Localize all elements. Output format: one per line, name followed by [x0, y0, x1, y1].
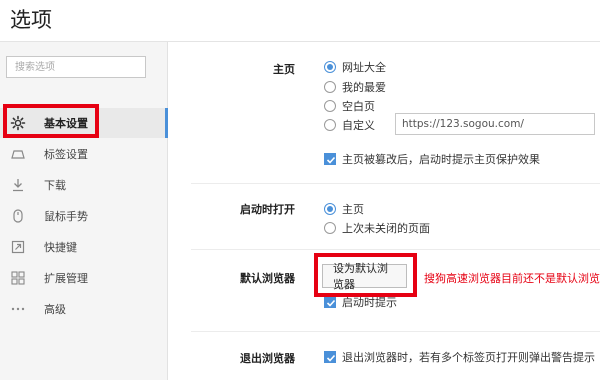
radio-icon: [324, 222, 336, 234]
section-label-startup: 启动时打开: [240, 203, 295, 216]
radio-startup-last-session[interactable]: 上次未关闭的页面: [324, 220, 430, 236]
sidebar-item-extensions[interactable]: 扩展管理: [0, 263, 168, 293]
highlight-box-default-button: [314, 253, 417, 297]
checkbox-label: 退出浏览器时，若有多个标签页打开则弹出警告提示: [342, 351, 595, 364]
sidebar-item-label: 快捷键: [44, 241, 77, 254]
active-indicator: [165, 108, 168, 138]
section-label-exit: 退出浏览器: [240, 352, 295, 365]
more-icon: [10, 301, 26, 317]
radio-checked-icon: [324, 203, 336, 215]
tab-icon: [10, 146, 26, 162]
section-label-homepage: 主页: [273, 63, 295, 76]
sidebar: 基本设置 标签设置 下载 鼠标手势 快捷键 扩展管理: [0, 42, 168, 380]
checkbox-checked-icon: [324, 296, 336, 308]
highlight-box-sidebar: [3, 104, 99, 138]
radio-startup-home[interactable]: 主页: [324, 201, 364, 217]
section-divider: [191, 183, 600, 184]
radio-icon: [324, 100, 336, 112]
radio-homepage-custom[interactable]: 自定义: [324, 117, 375, 133]
checkbox-label: 主页被篡改后，启动时提示主页保护效果: [342, 153, 540, 166]
section-label-default-browser: 默认浏览器: [240, 272, 295, 285]
sidebar-item-shortcuts[interactable]: 快捷键: [0, 232, 168, 262]
checkbox-exit-warning[interactable]: 退出浏览器时，若有多个标签页打开则弹出警告提示: [324, 349, 595, 365]
sidebar-item-label: 鼠标手势: [44, 210, 88, 223]
section-divider: [191, 249, 600, 250]
sidebar-item-label: 下载: [44, 179, 66, 192]
option-label: 我的最爱: [342, 81, 386, 94]
title-bar: 选项: [0, 0, 600, 42]
option-label: 自定义: [342, 119, 375, 132]
option-label: 主页: [342, 203, 364, 216]
sidebar-item-tabs[interactable]: 标签设置: [0, 139, 168, 169]
sidebar-item-advanced[interactable]: 高级: [0, 294, 168, 324]
sidebar-item-mouse-gesture[interactable]: 鼠标手势: [0, 201, 168, 231]
section-divider: [191, 331, 600, 332]
custom-url-field[interactable]: [395, 113, 595, 135]
sidebar-item-label: 扩展管理: [44, 272, 88, 285]
radio-icon: [324, 119, 336, 131]
checkbox-checked-icon: [324, 153, 336, 165]
option-label: 上次未关闭的页面: [342, 222, 430, 235]
search-input[interactable]: [7, 57, 145, 77]
search-box[interactable]: [6, 56, 146, 78]
main-content: 主页 网址大全 我的最爱 空白页 自定义 主页被篡改后，启动时提示主页保护效果 …: [169, 42, 600, 380]
mouse-icon: [10, 208, 26, 224]
custom-url-input[interactable]: [396, 114, 594, 134]
sidebar-item-label: 高级: [44, 303, 66, 316]
checkbox-checked-icon: [324, 351, 336, 363]
sidebar-item-download[interactable]: 下载: [0, 170, 168, 200]
shortcut-icon: [10, 239, 26, 255]
radio-homepage-favorites[interactable]: 我的最爱: [324, 79, 386, 95]
option-label: 空白页: [342, 100, 375, 113]
default-browser-warning: 搜狗高速浏览器目前还不是默认浏览器: [424, 272, 600, 285]
page-title: 选项: [10, 8, 52, 32]
radio-checked-icon: [324, 61, 336, 73]
radio-homepage-blank[interactable]: 空白页: [324, 98, 375, 114]
extensions-icon: [10, 270, 26, 286]
checkbox-homepage-protect[interactable]: 主页被篡改后，启动时提示主页保护效果: [324, 151, 540, 167]
download-icon: [10, 177, 26, 193]
radio-homepage-nav[interactable]: 网址大全: [324, 59, 386, 75]
option-label: 网址大全: [342, 61, 386, 74]
sidebar-item-label: 标签设置: [44, 148, 88, 161]
radio-icon: [324, 81, 336, 93]
